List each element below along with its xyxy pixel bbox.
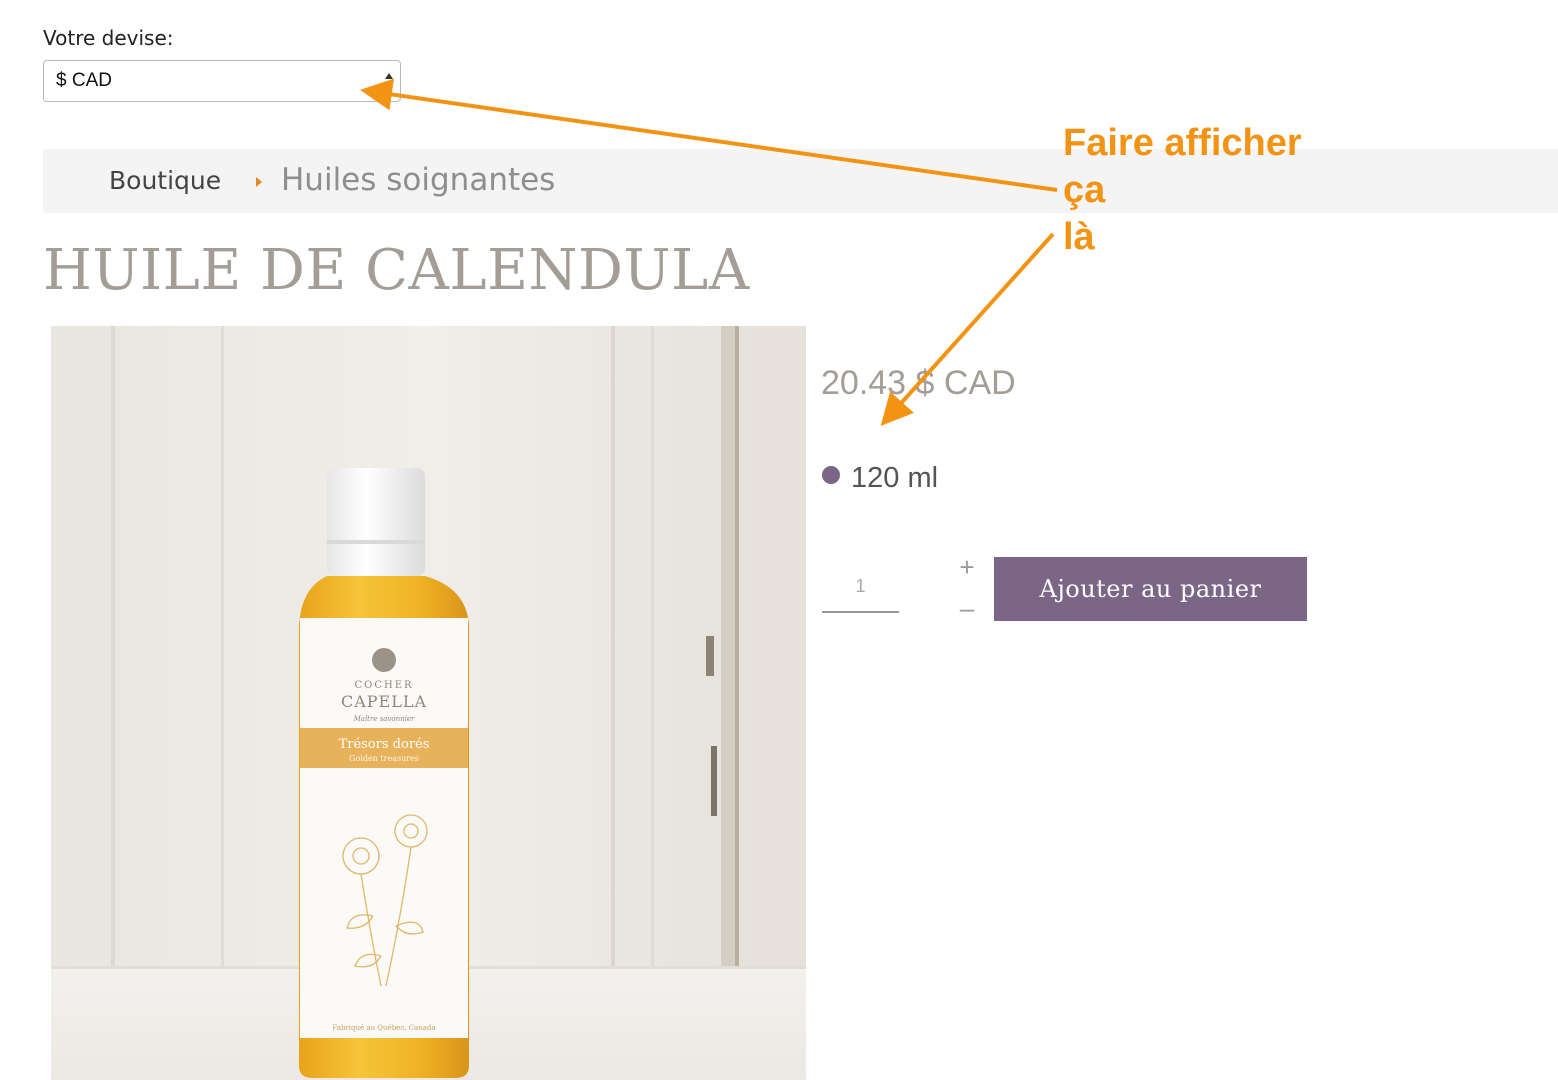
product-photo: COCHER CAPELLA Maître savonnier Trésors … [51,326,806,1080]
product-title: HUILE DE CALENDULA [43,238,750,303]
label-collection: Trésors dorés [339,737,430,752]
quantity-decrease-button[interactable]: – [956,593,978,624]
quantity-increase-button[interactable]: + [956,552,978,583]
breadcrumb-boutique-link[interactable]: Boutique [109,166,221,195]
quantity-input[interactable] [822,561,899,613]
currency-label: Votre devise: [43,26,174,50]
breadcrumb: Boutique Huiles soignantes [43,149,1558,213]
variant-radio[interactable] [822,466,840,484]
currency-select[interactable]: $ CAD [43,60,401,102]
breadcrumb-separator-icon [256,177,262,187]
product-page: Votre devise: $ CAD Boutique Huiles soig… [0,0,1558,1080]
annotation-note: Faire afficher ça là [1063,120,1302,261]
product-price: 20.43 $ CAD [821,364,1016,402]
annotation-line-3: là [1063,216,1095,258]
add-to-cart-button[interactable]: Ajouter au panier [994,557,1307,621]
label-brand-tagline: Maître savonnier [353,715,415,723]
label-collection-en: Golden treasures [349,754,419,763]
annotation-line-2: ça [1063,169,1106,211]
label-brand-line1: COCHER [354,680,413,691]
breadcrumb-current: Huiles soignantes [281,162,556,198]
product-image[interactable]: COCHER CAPELLA Maître savonnier Trésors … [51,326,806,1080]
select-arrows-icon [385,73,393,89]
currency-selected-value: $ CAD [56,70,112,91]
variant-label[interactable]: 120 ml [851,462,938,495]
label-origin: Fabriqué au Québec, Canada [332,1024,435,1032]
annotation-line-1: Faire afficher [1063,122,1302,164]
label-brand-line2: CAPELLA [341,692,427,711]
